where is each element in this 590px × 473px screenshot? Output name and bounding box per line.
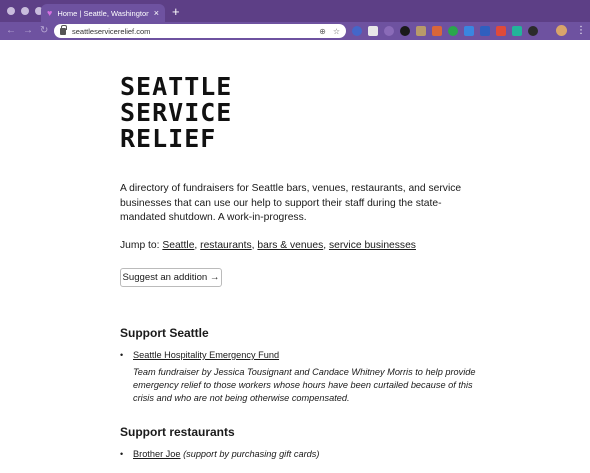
fundraiser-note: (support by purchasing gift cards) — [183, 449, 320, 459]
extension-icon[interactable] — [432, 26, 442, 36]
minimize-window-button[interactable] — [21, 7, 29, 15]
extension-icon[interactable] — [496, 26, 506, 36]
bookmark-star-icon[interactable]: ☆ — [333, 27, 340, 36]
fundraiser-description: Team fundraiser by Jessica Tousignant an… — [133, 367, 476, 404]
forward-arrow-icon[interactable]: → — [23, 25, 33, 37]
nav-buttons: ← → ↻ — [6, 25, 48, 37]
close-tab-icon[interactable]: × — [154, 8, 159, 18]
page-content: SEATTLE SERVICE RELIEF A directory of fu… — [0, 40, 590, 473]
logo-line-2: SERVICE — [120, 98, 233, 127]
address-bar[interactable]: seattleservicerelief.com ⊕ ☆ — [54, 24, 346, 38]
heart-favicon-icon: ♥ — [47, 7, 53, 18]
logo-line-1: SEATTLE — [120, 72, 233, 101]
suggest-addition-button[interactable]: Suggest an addition → — [120, 268, 222, 287]
extension-icon[interactable] — [416, 26, 426, 36]
extensions-bar — [352, 26, 538, 36]
profile-avatar[interactable] — [556, 25, 567, 36]
intro-paragraph: A directory of fundraisers for Seattle b… — [120, 183, 462, 223]
site-logo[interactable]: SEATTLE SERVICE RELIEF — [120, 74, 232, 152]
list-item: Seattle Hospitality Emergency Fund — [120, 349, 279, 362]
extension-icon[interactable] — [480, 26, 490, 36]
tab-bar: ♥ Home | Seattle, Washington Service Rel… — [0, 0, 590, 22]
fundraiser-link[interactable]: Brother Joe — [124, 449, 181, 459]
jump-links: Jump to: Seattle, restaurants, bars & ve… — [120, 240, 416, 251]
extension-icon[interactable] — [368, 26, 378, 36]
extension-icon[interactable] — [464, 26, 474, 36]
reload-icon[interactable]: ↻ — [40, 25, 48, 37]
tab-title: Home | Seattle, Washington Service Relie… — [57, 8, 149, 18]
extension-icon[interactable] — [512, 26, 522, 36]
browser-toolbar: ← → ↻ seattleservicerelief.com ⊕ ☆ ⋮ — [0, 22, 590, 40]
lock-icon[interactable] — [60, 24, 67, 35]
logo-line-3: RELIEF — [120, 124, 217, 153]
site-settings-icon[interactable]: ⊕ — [319, 27, 326, 36]
fundraiser-link[interactable]: Seattle Hospitality Emergency Fund — [124, 350, 279, 360]
back-arrow-icon[interactable]: ← — [6, 25, 16, 37]
browser-menu-icon[interactable]: ⋮ — [576, 25, 586, 36]
list-item: Brother Joe (support by purchasing gift … — [120, 448, 320, 461]
jump-prefix: Jump to: — [120, 240, 163, 251]
jump-link-restaurants[interactable]: restaurants — [200, 240, 252, 251]
window-controls — [7, 7, 43, 15]
new-tab-button[interactable]: + — [172, 5, 180, 18]
extension-icon[interactable] — [384, 26, 394, 36]
extension-icon[interactable] — [352, 26, 362, 36]
close-window-button[interactable] — [7, 7, 15, 15]
jump-link-service-businesses[interactable]: service businesses — [329, 240, 416, 251]
jump-link-bars-venues[interactable]: bars & venues — [257, 240, 323, 251]
url-text[interactable]: seattleservicerelief.com — [72, 27, 312, 36]
extension-icon[interactable] — [400, 26, 410, 36]
jump-link-seattle[interactable]: Seattle — [162, 240, 194, 251]
active-tab[interactable]: ♥ Home | Seattle, Washington Service Rel… — [41, 4, 165, 22]
section-heading-seattle: Support Seattle — [120, 326, 209, 340]
extension-icon[interactable] — [528, 26, 538, 36]
extension-icon[interactable] — [448, 26, 458, 36]
section-heading-restaurants: Support restaurants — [120, 425, 235, 439]
